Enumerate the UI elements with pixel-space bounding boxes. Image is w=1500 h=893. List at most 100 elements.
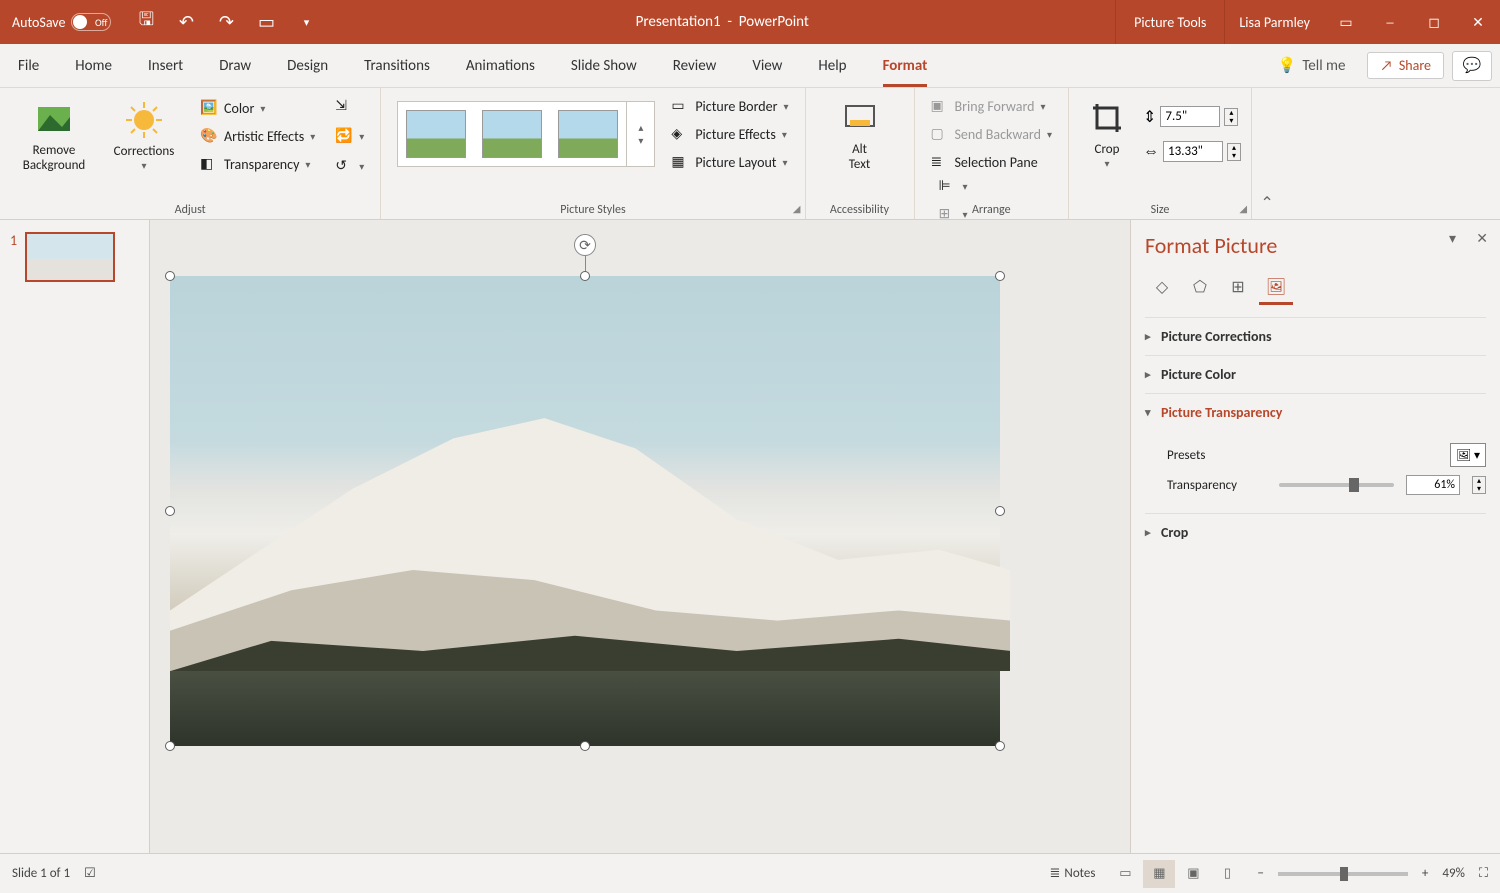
share-button[interactable]: ↗ Share: [1367, 52, 1444, 79]
align-button[interactable]: ⊫: [933, 174, 1059, 198]
crop-button[interactable]: Crop ▾: [1079, 94, 1135, 174]
resize-handle-ne[interactable]: [995, 271, 1005, 281]
section-picture-color[interactable]: Picture Color: [1145, 355, 1486, 393]
pane-close-icon[interactable]: ✕: [1476, 230, 1488, 247]
minimize-icon[interactable]: ─: [1368, 0, 1412, 44]
slideshow-icon[interactable]: ▭: [253, 9, 279, 35]
zoom-value[interactable]: 49%: [1442, 866, 1464, 881]
slide-counter[interactable]: Slide 1 of 1: [12, 866, 70, 881]
transparency-button[interactable]: ◧Transparency: [194, 152, 321, 176]
close-icon[interactable]: ✕: [1456, 0, 1500, 44]
tab-animations[interactable]: Animations: [448, 44, 553, 87]
selected-picture[interactable]: ⟳: [170, 276, 1000, 746]
alt-text-button[interactable]: Alt Text: [816, 94, 904, 176]
height-input[interactable]: [1160, 106, 1220, 127]
pane-tab-size-icon[interactable]: ⊞: [1221, 271, 1255, 305]
zoom-in-icon[interactable]: +: [1422, 866, 1428, 881]
tell-me-search[interactable]: 💡 Tell me: [1264, 56, 1360, 75]
width-input[interactable]: [1163, 141, 1223, 162]
view-reading-icon[interactable]: ▣: [1177, 860, 1209, 888]
resize-handle-w[interactable]: [165, 506, 175, 516]
view-sorter-icon[interactable]: ▦: [1143, 860, 1175, 888]
transparency-slider[interactable]: [1279, 483, 1394, 487]
resize-handle-sw[interactable]: [165, 741, 175, 751]
tab-transitions[interactable]: Transitions: [346, 44, 448, 87]
slide-editor[interactable]: ⟳: [150, 220, 1130, 853]
height-spinner[interactable]: ▴▾: [1224, 108, 1238, 126]
picture-styles-gallery[interactable]: ▴▾: [397, 101, 655, 167]
section-picture-transparency[interactable]: Picture Transparency: [1145, 393, 1486, 431]
tab-design[interactable]: Design: [269, 44, 346, 87]
pane-options-icon[interactable]: ▾: [1449, 230, 1456, 247]
change-picture-button[interactable]: 🔁▾: [329, 124, 370, 148]
compress-icon: ⇲: [335, 97, 353, 115]
style-thumb-3[interactable]: [558, 110, 618, 158]
resize-handle-s[interactable]: [580, 741, 590, 751]
presets-dropdown[interactable]: 🖼 ▾: [1450, 443, 1486, 467]
section-crop[interactable]: Crop: [1145, 513, 1486, 551]
size-launcher[interactable]: ◢: [1239, 202, 1247, 215]
corrections-button[interactable]: Corrections ▾: [100, 96, 188, 176]
reset-picture-button[interactable]: ↺▾: [329, 154, 370, 178]
bring-forward-button[interactable]: ▣Bring Forward: [925, 94, 1059, 118]
resize-handle-se[interactable]: [995, 741, 1005, 751]
style-thumb-2[interactable]: [482, 110, 542, 158]
picture-layout-button[interactable]: ▦Picture Layout: [665, 150, 794, 174]
zoom-out-icon[interactable]: −: [1257, 866, 1263, 881]
tab-insert[interactable]: Insert: [130, 44, 201, 87]
resize-handle-e[interactable]: [995, 506, 1005, 516]
tab-format[interactable]: Format: [865, 44, 946, 87]
tab-review[interactable]: Review: [655, 44, 735, 87]
tab-view[interactable]: View: [734, 44, 800, 87]
style-gallery-more[interactable]: ▴▾: [626, 101, 654, 167]
autosave-toggle[interactable]: Off: [71, 13, 111, 31]
undo-icon[interactable]: ↶: [173, 9, 199, 35]
selection-pane-button[interactable]: ≣Selection Pane: [925, 150, 1059, 174]
picture-tools-tab[interactable]: Picture Tools: [1115, 0, 1225, 44]
resize-handle-n[interactable]: [580, 271, 590, 281]
tab-home[interactable]: Home: [57, 44, 130, 87]
pane-tab-effects-icon[interactable]: ⬠: [1183, 271, 1217, 305]
transparency-value[interactable]: [1406, 475, 1460, 495]
width-spinner[interactable]: ▴▾: [1227, 143, 1241, 161]
maximize-icon[interactable]: ◻: [1412, 0, 1456, 44]
tab-file[interactable]: File: [0, 44, 57, 87]
send-backward-button[interactable]: ▢Send Backward: [925, 122, 1059, 146]
signed-in-user[interactable]: Lisa Parmley: [1225, 14, 1324, 31]
zoom-slider[interactable]: [1278, 872, 1408, 876]
style-thumb-1[interactable]: [406, 110, 466, 158]
picture-border-button[interactable]: ▭Picture Border: [665, 94, 794, 118]
section-picture-corrections[interactable]: Picture Corrections: [1145, 317, 1486, 355]
view-slideshow-icon[interactable]: ▯: [1211, 860, 1243, 888]
resize-handle-nw[interactable]: [165, 271, 175, 281]
alt-text-icon: [840, 98, 880, 138]
customize-qat-icon[interactable]: ▾: [293, 9, 319, 35]
picture-styles-launcher[interactable]: ◢: [793, 202, 801, 215]
spellcheck-icon[interactable]: ☑: [84, 866, 96, 881]
selection-pane-icon: ≣: [931, 153, 949, 171]
slide-thumb-1[interactable]: 1: [10, 232, 139, 282]
tab-slideshow[interactable]: Slide Show: [553, 44, 655, 87]
artistic-effects-button[interactable]: 🎨Artistic Effects: [194, 124, 321, 148]
transparency-spinner[interactable]: ▴▾: [1472, 476, 1486, 494]
compress-pictures-button[interactable]: ⇲: [329, 94, 370, 118]
comments-button[interactable]: 💬: [1452, 51, 1492, 81]
remove-background-button[interactable]: Remove Background: [10, 95, 98, 177]
pane-tab-picture-icon[interactable]: 🖼: [1259, 271, 1293, 305]
save-icon[interactable]: 🖫: [133, 9, 159, 35]
color-button[interactable]: 🖼️Color: [194, 96, 321, 120]
rotate-handle[interactable]: ⟳: [574, 234, 596, 256]
slider-thumb[interactable]: [1349, 478, 1359, 492]
pane-tab-fill-icon[interactable]: ◇: [1145, 271, 1179, 305]
picture-effects-button[interactable]: ◈Picture Effects: [665, 122, 794, 146]
view-normal-icon[interactable]: ▭: [1109, 860, 1141, 888]
tab-help[interactable]: Help: [800, 44, 864, 87]
redo-icon[interactable]: ↷: [213, 9, 239, 35]
zoom-thumb[interactable]: [1340, 867, 1348, 881]
fit-to-window-icon[interactable]: ⛶: [1479, 866, 1488, 881]
collapse-ribbon[interactable]: ⌃: [1252, 88, 1282, 219]
notes-button[interactable]: ≣Notes: [1050, 866, 1096, 881]
ribbon-options-icon[interactable]: ▭: [1324, 0, 1368, 44]
tab-draw[interactable]: Draw: [201, 44, 269, 87]
artistic-icon: 🎨: [200, 127, 218, 145]
